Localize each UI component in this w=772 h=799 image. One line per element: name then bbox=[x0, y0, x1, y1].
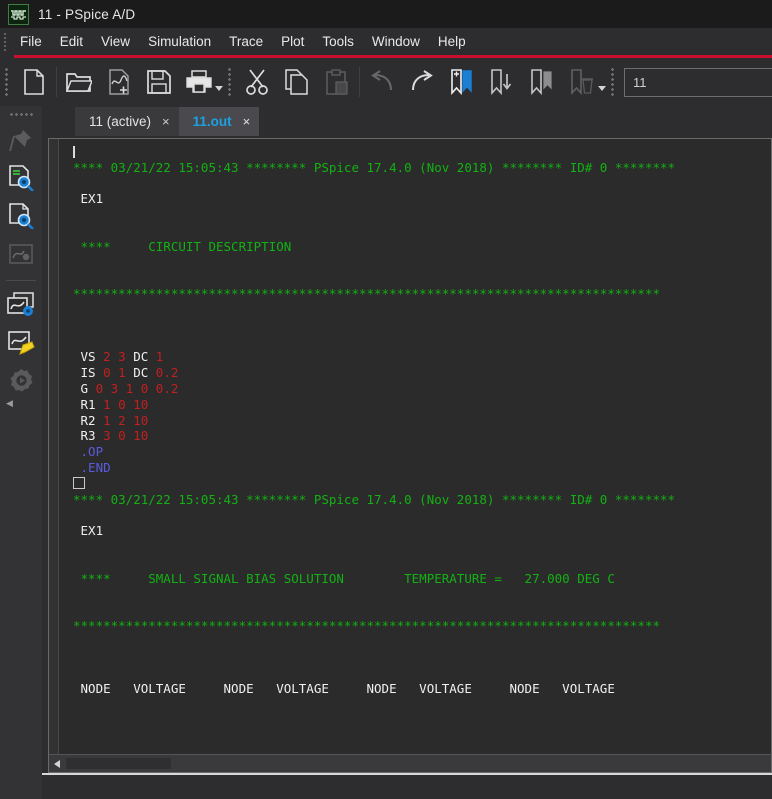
add-trace-file-icon[interactable] bbox=[99, 62, 139, 102]
editor-container: **** 03/21/22 15:05:43 ******** PSpice 1… bbox=[42, 136, 772, 773]
menu-plot[interactable]: Plot bbox=[272, 32, 313, 51]
left-tool-sidebar: ◀ bbox=[0, 106, 42, 799]
copy-icon[interactable] bbox=[277, 62, 317, 102]
new-file-icon[interactable] bbox=[14, 62, 54, 102]
pspice-waveform-icon bbox=[8, 3, 29, 25]
text-cursor bbox=[73, 146, 75, 158]
sidebar-drag-grip[interactable] bbox=[9, 112, 33, 117]
title-bar: 11 - PSpice A/D bbox=[0, 0, 772, 28]
print-icon[interactable] bbox=[179, 62, 219, 102]
print-dropdown-caret-icon[interactable] bbox=[215, 86, 223, 91]
output-file-search-icon[interactable] bbox=[4, 161, 38, 195]
close-icon[interactable]: × bbox=[162, 114, 170, 129]
document-pane: 11 (active) × 11.out × **** 03/21/22 15:… bbox=[42, 106, 772, 799]
menu-window[interactable]: Window bbox=[363, 32, 429, 51]
pin-icon[interactable] bbox=[4, 123, 38, 157]
menu-tools[interactable]: Tools bbox=[313, 32, 363, 51]
toolbar-drag-grip-3[interactable] bbox=[610, 67, 615, 97]
main-content-row: ◀ 11 (active) × 11.out × **** 03/21/22 1… bbox=[0, 106, 772, 799]
undo-icon[interactable] bbox=[362, 62, 402, 102]
scrollbar-thumb[interactable] bbox=[66, 758, 171, 769]
menu-help[interactable]: Help bbox=[429, 32, 475, 51]
window-settings-icon[interactable] bbox=[4, 288, 38, 322]
menu-view[interactable]: View bbox=[92, 32, 139, 51]
toolbar-drag-grip-2[interactable] bbox=[227, 67, 232, 97]
eof-marker bbox=[73, 476, 85, 489]
tab-label: 11.out bbox=[192, 114, 232, 129]
search-input[interactable]: 11 bbox=[624, 67, 772, 97]
bookmark-previous-icon[interactable] bbox=[522, 62, 562, 102]
toolbar-separator-b bbox=[359, 67, 360, 97]
editor-gutter bbox=[49, 139, 59, 754]
output-file-editor[interactable]: **** 03/21/22 15:05:43 ******** PSpice 1… bbox=[48, 138, 772, 754]
close-icon[interactable]: × bbox=[243, 114, 251, 129]
probe-cursor-icon[interactable] bbox=[4, 237, 38, 271]
menu-edit[interactable]: Edit bbox=[51, 32, 92, 51]
window-title: 11 - PSpice A/D bbox=[38, 6, 136, 22]
scroll-left-arrow-icon[interactable] bbox=[49, 756, 64, 771]
horizontal-scrollbar[interactable] bbox=[48, 754, 772, 773]
status-bar bbox=[42, 773, 772, 799]
toolbar-drag-grip-1[interactable] bbox=[4, 67, 9, 97]
menu-file[interactable]: File bbox=[11, 32, 51, 51]
pspice-application-window: 11 - PSpice A/D File Edit View Simulatio… bbox=[0, 0, 772, 799]
sidebar-collapse-arrow-icon[interactable]: ◀ bbox=[6, 398, 13, 409]
tab-label: 11 (active) bbox=[89, 114, 152, 129]
open-folder-icon[interactable] bbox=[59, 62, 99, 102]
bookmark-clear-icon[interactable] bbox=[562, 62, 602, 102]
menu-drag-grip[interactable] bbox=[3, 32, 7, 51]
paste-icon[interactable] bbox=[317, 62, 357, 102]
waveform-edit-icon[interactable] bbox=[4, 326, 38, 360]
tab-strip: 11 (active) × 11.out × bbox=[42, 106, 772, 136]
menu-bar: File Edit View Simulation Trace Plot Too… bbox=[0, 28, 772, 55]
redo-icon[interactable] bbox=[402, 62, 442, 102]
toolbar-separator-a bbox=[56, 67, 57, 97]
tab-11-out[interactable]: 11.out × bbox=[178, 107, 260, 136]
run-gear-icon[interactable] bbox=[4, 364, 38, 398]
output-text[interactable]: **** 03/21/22 15:05:43 ******** PSpice 1… bbox=[59, 139, 771, 754]
menu-trace[interactable]: Trace bbox=[220, 32, 272, 51]
save-icon[interactable] bbox=[139, 62, 179, 102]
sidebar-divider bbox=[6, 280, 36, 281]
simulation-output-icon[interactable] bbox=[4, 199, 38, 233]
main-toolbar: 11 bbox=[0, 58, 772, 106]
cut-icon[interactable] bbox=[237, 62, 277, 102]
tab-11-active[interactable]: 11 (active) × bbox=[75, 107, 179, 136]
menu-simulation[interactable]: Simulation bbox=[139, 32, 220, 51]
bookmark-next-icon[interactable] bbox=[482, 62, 522, 102]
bookmark-toggle-icon[interactable] bbox=[442, 62, 482, 102]
